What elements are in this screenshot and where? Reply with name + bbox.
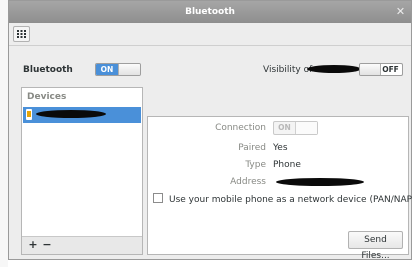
send-files-button[interactable]: Send Files...: [348, 231, 403, 261]
apps-menu-button[interactable]: [13, 26, 30, 42]
switch-knob: [295, 122, 317, 134]
titlebar[interactable]: Bluetooth ✕: [9, 1, 411, 23]
paired-value: Yes: [273, 143, 288, 153]
bluetooth-label: Bluetooth: [23, 65, 73, 75]
toolbar: [9, 23, 411, 46]
type-label: Type: [245, 160, 266, 170]
redacted-device-name: [307, 65, 361, 73]
connection-switch-text: ON: [278, 123, 291, 132]
device-details-panel: Connection ON Paired Yes Type Phone Addr…: [147, 116, 412, 261]
switch-knob: [360, 64, 381, 75]
desktop-edge: [0, 0, 8, 267]
visibility-label: Visibility of: [263, 65, 313, 75]
device-list-item[interactable]: [23, 107, 141, 123]
type-value: Phone: [273, 160, 301, 170]
window-title: Bluetooth: [185, 7, 235, 17]
visibility-switch[interactable]: OFF: [359, 63, 403, 76]
connection-label: Connection: [215, 123, 266, 133]
switch-knob: [118, 64, 140, 75]
devices-header: Devices: [27, 92, 67, 102]
network-device-option[interactable]: Use your mobile phone as a network devic…: [153, 193, 412, 205]
devices-list: Devices + −: [21, 87, 143, 255]
connection-switch[interactable]: ON: [273, 121, 318, 135]
paired-label: Paired: [238, 143, 266, 153]
add-device-button[interactable]: +: [27, 239, 39, 251]
close-icon[interactable]: ✕: [394, 5, 407, 18]
switch-off-text: OFF: [382, 65, 399, 74]
redacted-device-name: [36, 110, 106, 118]
bluetooth-power-switch[interactable]: ON: [95, 63, 141, 76]
phone-icon: [26, 109, 32, 120]
switch-on-text: ON: [96, 64, 118, 75]
address-label: Address: [230, 177, 266, 187]
bluetooth-window: Bluetooth ✕ Bluetooth ON Visibility of O…: [8, 0, 412, 261]
network-device-checkbox[interactable]: [153, 193, 163, 203]
network-device-label: Use your mobile phone as a network devic…: [169, 195, 412, 205]
redacted-address: [276, 178, 364, 186]
remove-device-button[interactable]: −: [41, 239, 53, 251]
grid-icon: [17, 30, 26, 38]
devices-toolbar: + −: [22, 236, 142, 254]
